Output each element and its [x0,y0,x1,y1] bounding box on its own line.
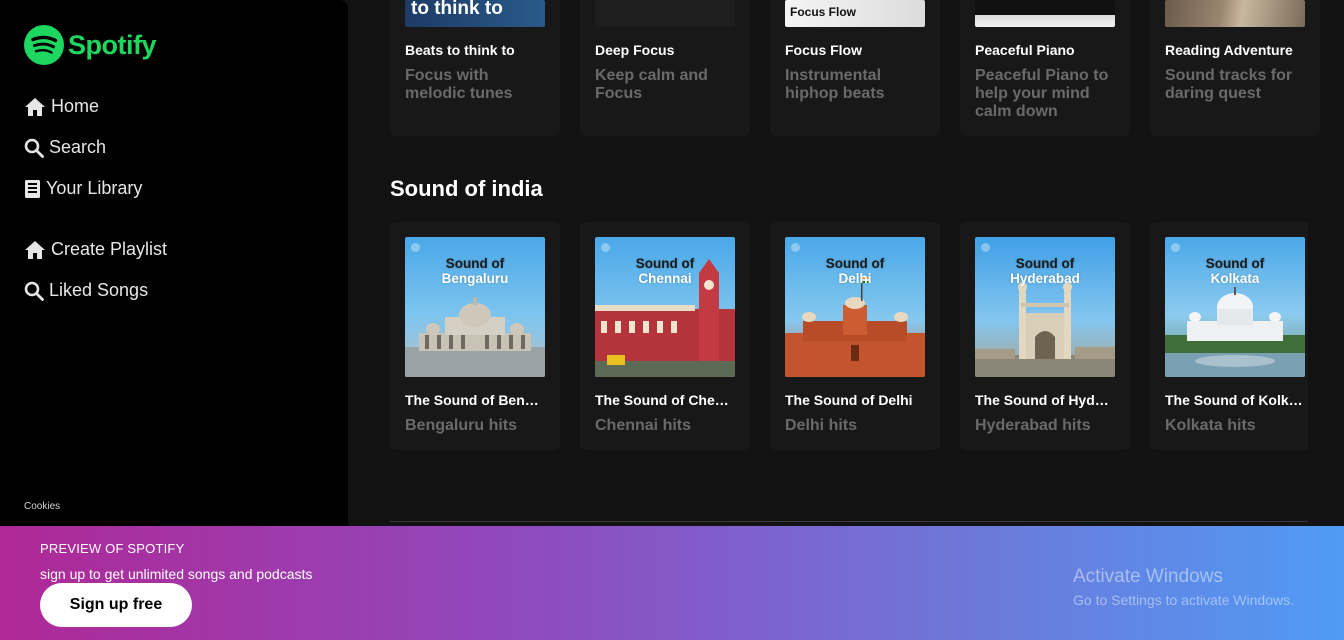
card-title: The Sound of Che… [595,392,729,408]
spotify-badge-icon [981,243,990,252]
playlist-card[interactable]: Sound of Delhi The Sound of Delhi Delhi … [770,222,940,450]
nav-library-label: Your Library [46,178,143,198]
playlist-card[interactable]: to think to Beats to think to Focus with… [390,0,560,136]
cover-label: Sound of Hyderabad [975,256,1115,286]
card-title: The Sound of Delhi [785,392,913,408]
cover-label: Sound of Delhi [785,256,925,286]
card-title: The Sound of Ben… [405,392,539,408]
nav-search[interactable]: Search [24,137,106,158]
nav-home[interactable]: Home [24,96,99,117]
section-title[interactable]: Sound of india [390,176,543,202]
cover-text: Focus Flow [790,5,856,19]
nav-search-label: Search [49,137,107,157]
watermark-subtitle: Go to Settings to activate Windows. [1073,592,1294,608]
card-description: Chennai hits [595,417,692,434]
cover-label-line1: Sound of [635,256,695,271]
spotify-badge-icon [601,243,610,252]
cover-label: Sound of Kolkata [1165,256,1305,286]
card-description: Instrumental hiphop beats [785,67,885,102]
spotify-logo-icon [24,25,64,65]
card-title: The Sound of Kolk… [1165,392,1303,408]
card-description: Kolkata hits [1165,417,1256,434]
sidebar: Spotify Home Search Your Library Create … [0,0,348,526]
nav-home-label: Home [51,96,100,116]
cover-label: Sound of Chennai [595,256,735,286]
cover-label-line2: Hyderabad [1010,271,1080,286]
card-description: Bengaluru hits [405,417,518,434]
playlist-card[interactable]: Sound of Kolkata The Sound of Kolk… Kolk… [1150,222,1308,450]
card-title: Reading Adventure [1165,42,1293,58]
playlist-cover: Sound of Kolkata [1165,237,1305,377]
playlist-cover: Focus Flow [785,0,925,27]
cover-label-line2: Delhi [838,271,872,286]
card-description: Delhi hits [785,417,858,434]
playlist-cover: Sound of Hyderabad [975,237,1115,377]
watermark-title: Activate Windows [1073,566,1223,587]
playlist-cover: to think to [405,0,545,27]
cover-label-line2: Chennai [638,271,692,286]
playlist-cover [975,0,1115,27]
playlist-cover: Sound of Chennai [595,237,735,377]
cover-text: to think to [411,0,503,19]
preview-subtitle: sign up to get unlimited songs and podca… [40,566,313,582]
divider [390,521,1308,522]
playlist-card[interactable]: Sound of Hyderabad The Sound of Hyd… Hyd… [960,222,1130,450]
spotify-logo[interactable]: Spotify [24,25,157,65]
playlist-cover: Sound of Bengaluru [405,237,545,377]
playlist-cover: Sound of Delhi [785,237,925,377]
create-playlist-label: Create Playlist [51,239,168,259]
search-icon [24,138,44,158]
nav-library[interactable]: Your Library [24,178,142,199]
card-description: Peaceful Piano to help your mind calm do… [975,67,1109,120]
card-title: Deep Focus [595,42,675,58]
card-description: Focus with melodic tunes [405,67,513,102]
sign-up-button[interactable]: Sign up free [40,583,192,627]
liked-songs[interactable]: Liked Songs [24,280,148,301]
playlist-cover [1165,0,1305,27]
cover-label-line1: Sound of [1015,256,1075,271]
card-title: The Sound of Hyd… [975,392,1109,408]
card-title: Beats to think to [405,42,515,58]
home-icon [25,240,45,259]
playlist-card[interactable]: Sound of Bengaluru The Sound of Ben… Ben… [390,222,560,450]
library-icon [25,179,40,198]
cover-label-line1: Sound of [825,256,885,271]
playlist-card[interactable]: Reading Adventure Sound tracks for darin… [1150,0,1320,136]
card-description: Hyderabad hits [975,417,1091,434]
brand-name: Spotify [68,29,157,60]
playlist-card[interactable]: Focus Flow Focus Flow Instrumental hipho… [770,0,940,136]
search-icon [24,281,44,301]
spotify-badge-icon [411,243,420,252]
card-description: Sound tracks for daring quest [1165,67,1293,102]
playlist-card[interactable]: Peaceful Piano Peaceful Piano to help yo… [960,0,1130,136]
playlist-card[interactable]: Sound of Chennai The Sound of Che… Chenn… [580,222,750,450]
card-title: Focus Flow [785,42,862,58]
cookies-link[interactable]: Cookies [24,501,60,512]
cover-label-line2: Kolkata [1210,271,1260,286]
playlist-card[interactable]: Deep Focus Keep calm and Focus [580,0,750,136]
cover-label-line2: Bengaluru [441,271,509,286]
liked-songs-label: Liked Songs [49,280,149,300]
activate-windows-watermark: Activate Windows Go to Settings to activ… [1073,566,1294,608]
spotify-badge-icon [791,243,800,252]
preview-label: PREVIEW OF SPOTIFY [40,541,185,556]
playlist-cover [595,0,735,27]
spotify-badge-icon [1171,243,1180,252]
create-playlist[interactable]: Create Playlist [24,239,167,260]
cover-label-line1: Sound of [1205,256,1265,271]
cover-label-line1: Sound of [445,256,505,271]
card-description: Keep calm and Focus [595,67,708,102]
home-icon [25,97,45,116]
cover-label: Sound of Bengaluru [405,256,545,286]
card-title: Peaceful Piano [975,42,1075,58]
